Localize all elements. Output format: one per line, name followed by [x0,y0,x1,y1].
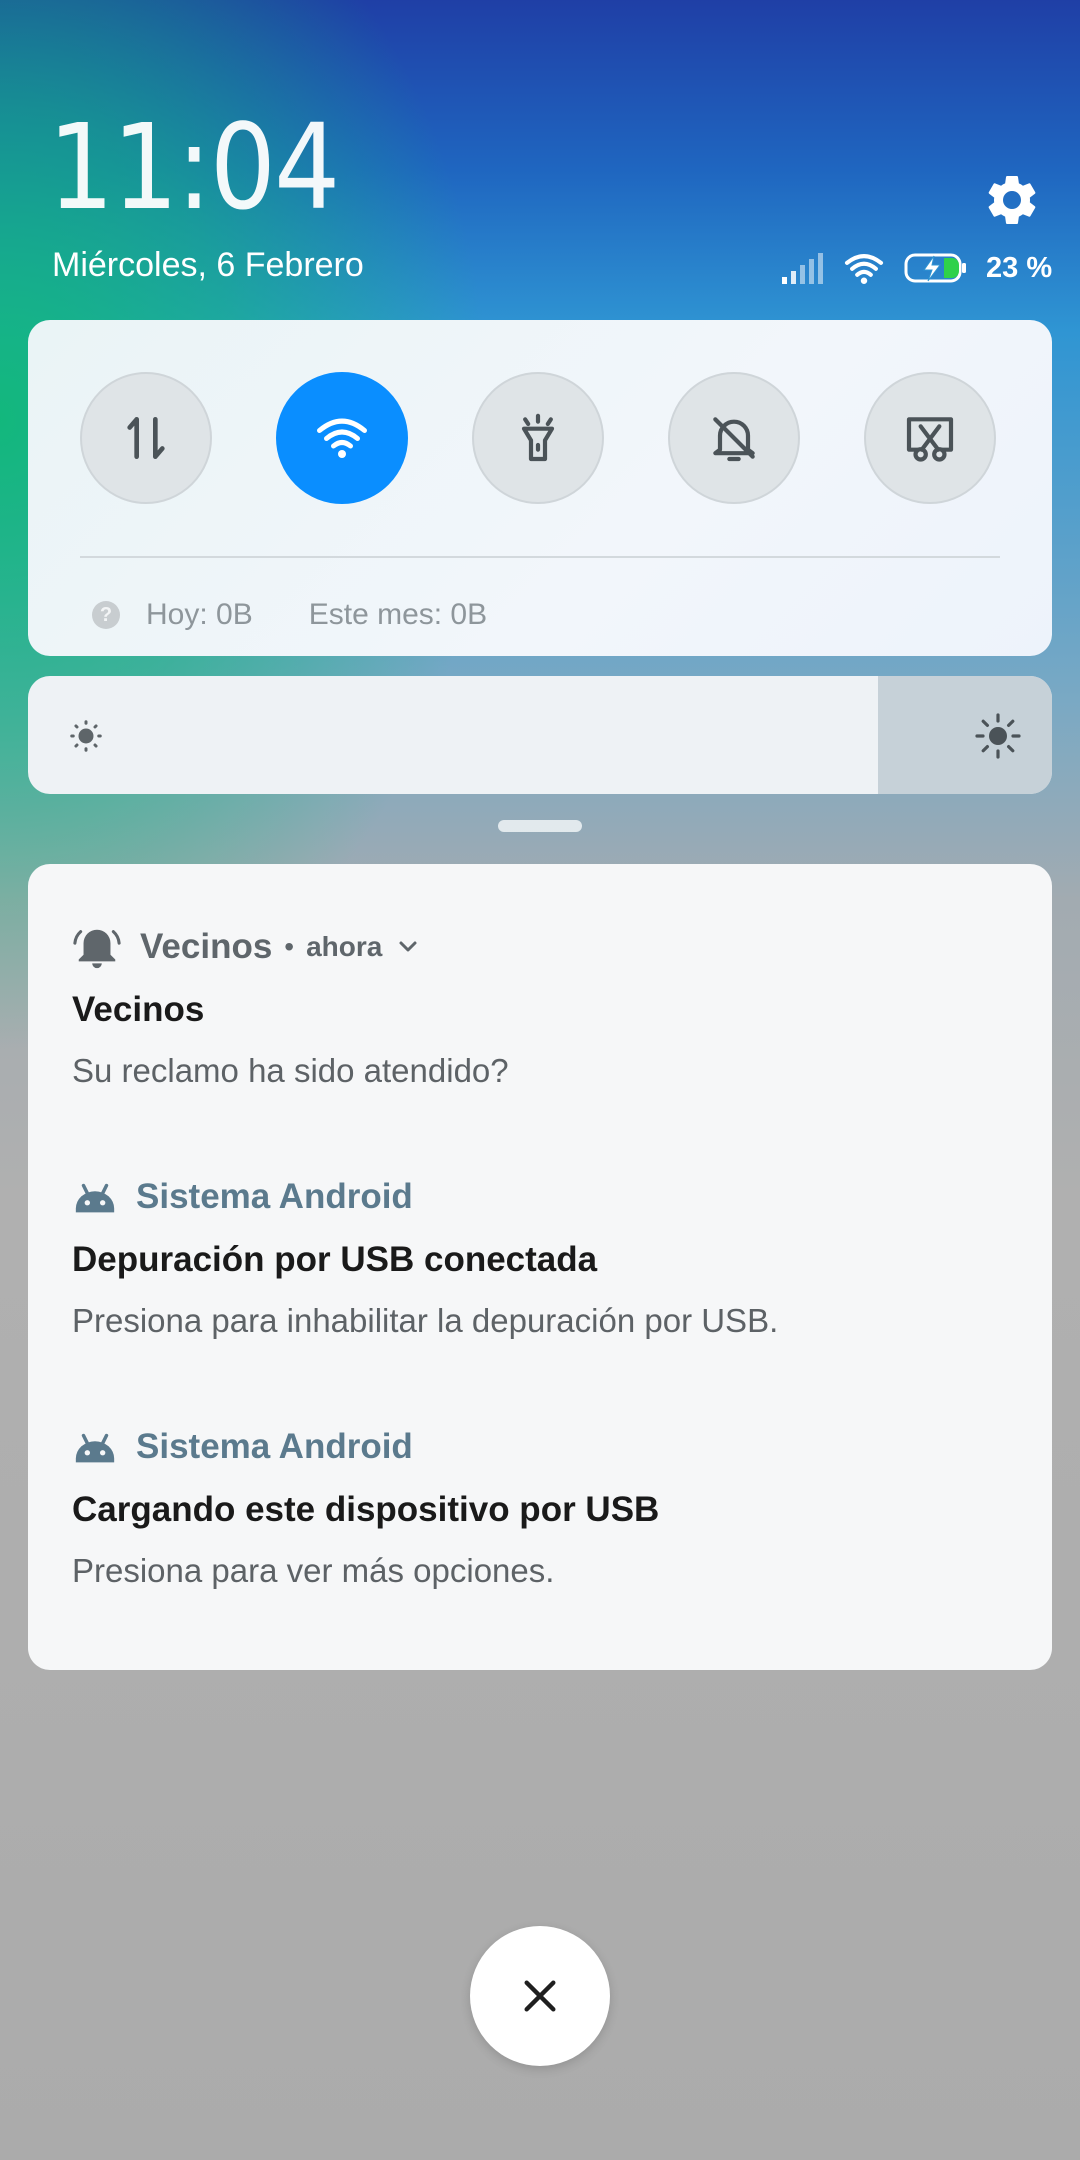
notification-title: Depuración por USB conectada [72,1240,598,1279]
notification-app-name: Sistema Android [136,1177,413,1216]
toggle-wifi[interactable] [276,372,408,504]
brightness-low-icon [70,720,102,752]
notification-item[interactable]: Vecinos • ahora Vecinos Su reclamo ha si… [72,922,1012,1090]
notification-app-name: Sistema Android [136,1427,413,1466]
notifications-panel: Vecinos • ahora Vecinos Su reclamo ha si… [28,864,1052,1670]
wifi-icon [317,418,367,458]
toggle-flashlight[interactable] [472,372,604,504]
separator-dot: • [284,931,295,962]
android-icon [75,1183,115,1213]
brightness-slider[interactable] [28,676,1052,794]
close-icon [524,1980,556,2012]
screenshot-icon [906,417,954,462]
toggle-do-not-disturb[interactable] [668,372,800,504]
bell-off-icon [713,417,755,462]
notification-text: Su reclamo ha sido atendido? [72,1052,509,1089]
data-usage-month: Este mes: 0B [308,598,488,631]
brightness-high-icon [975,713,1021,759]
clear-all-button[interactable] [470,1926,610,2066]
data-usage-today: Hoy: 0B [146,598,253,631]
notification-text: Presiona para ver más opciones. [72,1552,555,1589]
quick-settings-panel: ? Hoy: 0B Este mes: 0B [28,320,1052,656]
android-icon [75,1433,115,1463]
battery-percentage: 23 % [986,251,1053,284]
notification-item[interactable]: Sistema Android Cargando este dispositiv… [72,1422,1012,1590]
brightness-slider-remaining [877,676,1052,794]
battery-charging-icon [904,253,966,283]
notification-time: ahora [306,931,383,962]
wifi-status-icon [844,254,884,284]
data-usage-row[interactable]: ? Hoy: 0B Este mes: 0B [92,590,487,640]
status-bar: 23 % [780,246,1052,290]
notification-text: Presiona para inhabilitar la depuración … [72,1302,779,1339]
toggle-mobile-data[interactable] [80,372,212,504]
mobile-data-icon [127,417,165,459]
settings-icon[interactable] [982,170,1042,230]
flashlight-icon [521,413,555,462]
chevron-down-icon[interactable] [396,935,420,959]
quick-settings-divider [80,556,1000,558]
signal-icon [782,253,823,284]
bell-icon [73,929,121,969]
notification-item[interactable]: Sistema Android Depuración por USB conec… [72,1172,1012,1340]
help-icon: ? [92,601,120,629]
clock[interactable]: 11:04 [48,108,340,226]
notification-app-name: Vecinos [140,927,273,966]
toggle-screenshot[interactable] [864,372,996,504]
date[interactable]: Miércoles, 6 Febrero [52,246,364,285]
notification-title: Cargando este dispositivo por USB [72,1490,660,1529]
notification-title: Vecinos [72,990,205,1029]
drag-handle[interactable] [498,820,582,832]
